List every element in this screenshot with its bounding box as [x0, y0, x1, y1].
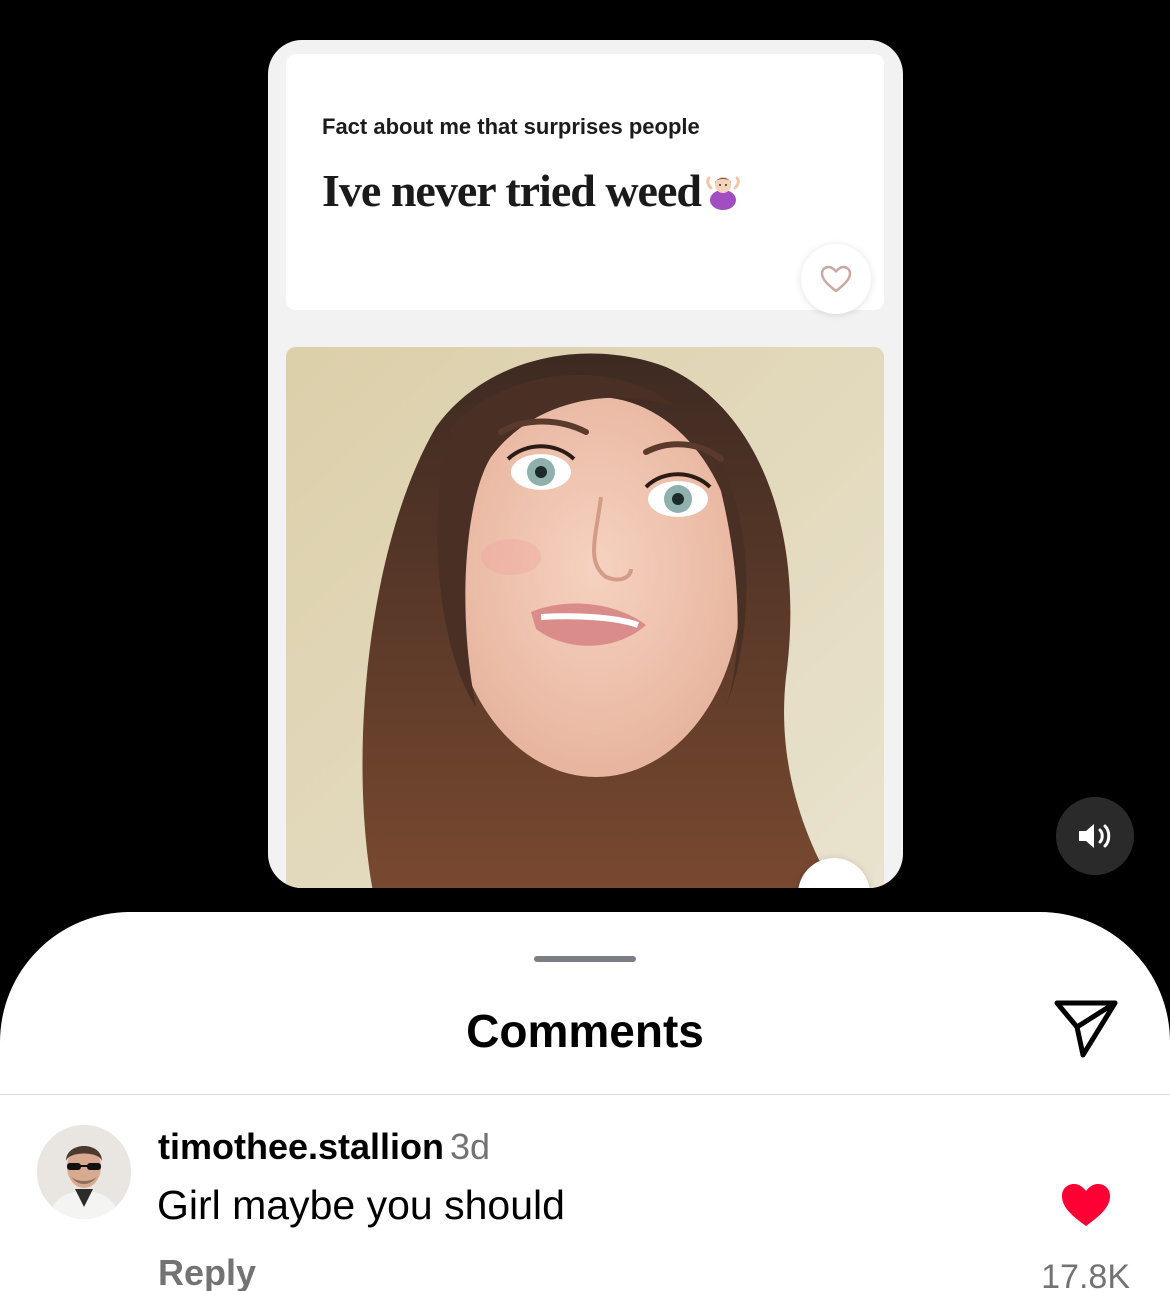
comments-title: Comments	[466, 1005, 704, 1057]
comment-username[interactable]: timothee.stallion	[158, 1126, 444, 1167]
sheet-divider	[0, 1094, 1170, 1095]
profile-photo	[286, 347, 884, 888]
prompt-answer: Ive never tried weed	[322, 165, 702, 216]
heart-outline-icon	[820, 265, 852, 293]
speaker-on-icon	[1079, 824, 1111, 848]
avatar[interactable]	[37, 1125, 131, 1219]
comment-timestamp: 3d	[450, 1126, 491, 1167]
reel-viewer: Fact about me that surprises people Ive …	[0, 0, 1170, 1291]
comments-sheet: Comments timothee.stallion 3d Girl maybe…	[0, 912, 1170, 1291]
comment-like-button[interactable]	[1058, 1180, 1114, 1230]
user-avatar-image	[37, 1125, 131, 1219]
sheet-drag-handle[interactable]	[534, 956, 636, 962]
woman-portrait-image	[286, 347, 884, 888]
prompt-like-button	[801, 244, 871, 314]
heart-filled-icon	[1062, 1184, 1110, 1226]
prompt-answer-row: Ive never tried weed	[322, 164, 743, 217]
comment-text: Girl maybe you should	[157, 1182, 565, 1228]
prompt-label: Fact about me that surprises people	[322, 114, 700, 139]
reel-video[interactable]: Fact about me that surprises people Ive …	[268, 40, 903, 888]
paper-plane-icon	[1054, 1000, 1118, 1058]
comment-header: timothee.stallion 3d	[158, 1126, 490, 1168]
sound-toggle-button[interactable]	[1056, 797, 1134, 875]
profile-prompt-card: Fact about me that surprises people Ive …	[286, 54, 884, 314]
woman-shrugging-icon	[703, 168, 743, 210]
comment-like-count: 17.8K	[1041, 1258, 1130, 1291]
share-button[interactable]	[1048, 994, 1124, 1062]
reply-button[interactable]: Reply	[158, 1252, 256, 1291]
